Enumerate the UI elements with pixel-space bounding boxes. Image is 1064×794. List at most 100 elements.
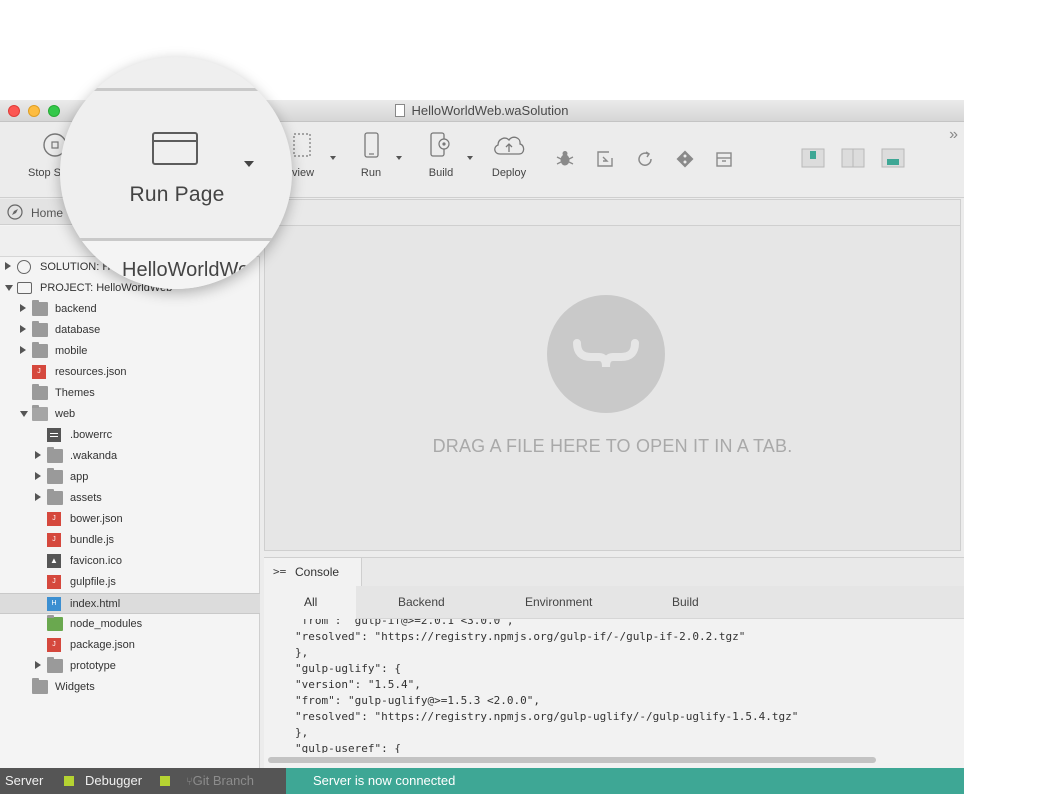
wakanda-logo — [547, 295, 665, 413]
tree-item-label: Themes — [55, 387, 95, 399]
web-folder-icon — [32, 405, 48, 421]
node-modules-folder-icon — [47, 615, 63, 631]
tree-item[interactable]: Jpackage.json — [0, 635, 260, 656]
collapsed-arrow-icon[interactable] — [20, 346, 26, 354]
filter-tab-all[interactable]: All — [264, 586, 356, 619]
cloud-upload-icon — [494, 136, 525, 155]
git-button[interactable] — [675, 149, 697, 171]
reload-button[interactable] — [635, 149, 657, 171]
git-branch-status[interactable]: ⑂Git Branch — [186, 773, 254, 788]
tree-item-label: web — [55, 408, 76, 420]
tree-item[interactable]: Jresources.json — [0, 362, 260, 383]
layout-bottom-icon — [881, 148, 905, 168]
tree-item-label: prototype — [70, 660, 116, 672]
folder-icon — [47, 657, 63, 673]
git-icon — [676, 150, 694, 168]
tree-item[interactable]: prototype — [0, 656, 260, 677]
console-horizontal-scrollbar[interactable] — [268, 757, 876, 763]
log-line: "from": "gulp-if@>=2.0.1 <3.0.0", — [295, 619, 514, 627]
filter-tab-build[interactable]: Build — [672, 595, 699, 609]
js-file-icon: J — [47, 638, 61, 652]
tree-item[interactable]: Jbower.json — [0, 509, 260, 530]
tree-item[interactable]: ▲ favicon.ico — [0, 551, 260, 572]
collapsed-arrow-icon[interactable] — [35, 451, 41, 459]
tree-item-label: node_modules — [70, 618, 143, 630]
collapsed-arrow-icon[interactable] — [20, 325, 26, 333]
compass-icon — [7, 204, 23, 220]
tree-item[interactable]: app — [0, 467, 260, 488]
drop-file-message: DRAG A FILE HERE TO OPEN IT IN A TAB. — [432, 436, 793, 456]
tree-item-label: backend — [55, 303, 97, 315]
magnifier-underlying-text: HelloWorldWe — [122, 259, 250, 281]
file-tree: SOLUTION: HePROJECT: HelloWorldWebbacken… — [0, 257, 260, 698]
run-label: Run — [360, 167, 382, 179]
log-line: "resolved": "https://registry.npmjs.org/… — [295, 710, 799, 723]
run-page-label[interactable]: Run Page — [60, 183, 292, 207]
expanded-arrow-icon[interactable] — [20, 411, 28, 417]
step-into-button[interactable] — [595, 149, 617, 171]
run-page-dropdown-caret[interactable] — [244, 161, 254, 167]
html-file-icon: H — [47, 597, 61, 611]
layout-toggle-bottom[interactable] — [881, 148, 905, 170]
tree-item[interactable]: assets — [0, 488, 260, 509]
tree-item[interactable]: .bowerrc — [0, 425, 260, 446]
tree-item[interactable]: database — [0, 320, 260, 341]
collapsed-arrow-icon[interactable] — [5, 262, 11, 270]
layout-toggle-left[interactable] — [801, 148, 825, 170]
layout-right-icon — [841, 148, 865, 168]
tree-item[interactable]: Widgets — [0, 677, 260, 698]
build-dropdown-caret[interactable] — [467, 156, 473, 160]
magnifier-top-border — [60, 88, 292, 91]
filter-tab-backend[interactable]: Backend — [398, 595, 445, 609]
tree-item[interactable]: node_modules — [0, 614, 260, 635]
folder-icon — [32, 321, 48, 337]
collapsed-arrow-icon[interactable] — [20, 304, 26, 312]
run-button[interactable]: Run — [358, 132, 384, 179]
log-line: "from": "gulp-uglify@>=1.5.3 <2.0.0", — [295, 694, 541, 707]
tree-item-label: app — [70, 471, 89, 483]
server-status[interactable]: Server — [5, 773, 43, 788]
filter-tab-all-label: All — [304, 595, 318, 609]
deploy-button[interactable]: Deploy — [490, 132, 528, 179]
console-tab[interactable]: >= Console — [264, 558, 362, 586]
build-button[interactable]: Build — [427, 132, 455, 179]
tree-item-label: .wakanda — [70, 450, 118, 462]
solution-icon — [17, 260, 31, 274]
mobile-device-icon — [364, 132, 379, 158]
layout-toggle-right[interactable] — [841, 148, 865, 170]
console-panel: >= Console All Backend Environment Build… — [264, 557, 964, 768]
toolbar-overflow-chevron[interactable]: » — [949, 126, 958, 144]
tree-item[interactable]: .wakanda — [0, 446, 260, 467]
tree-item-label: Widgets — [55, 681, 95, 693]
deploy-label: Deploy — [491, 167, 527, 179]
window-title: HelloWorldWeb.waSolution — [411, 103, 569, 118]
debugger-status[interactable]: Debugger — [85, 773, 142, 788]
run-dropdown-caret[interactable] — [396, 156, 402, 160]
package-button[interactable] — [714, 149, 736, 171]
tree-item[interactable]: mobile — [0, 341, 260, 362]
preview-dropdown-caret[interactable] — [330, 156, 336, 160]
tree-item-label: bundle.js — [70, 534, 115, 546]
run-page-window-icon — [152, 132, 198, 165]
console-filter-tabs: All Backend Environment Build — [264, 586, 964, 619]
folder-icon — [32, 384, 48, 400]
filter-tab-environment[interactable]: Environment — [525, 595, 592, 609]
debug-button[interactable] — [555, 149, 577, 171]
server-led-icon — [64, 776, 74, 786]
git-branch-label: Git Branch — [192, 773, 255, 788]
expanded-arrow-icon[interactable] — [5, 285, 13, 291]
box-icon — [716, 152, 732, 167]
tree-item[interactable]: Jgulpfile.js — [0, 572, 260, 593]
collapsed-arrow-icon[interactable] — [35, 661, 41, 669]
tree-item[interactable]: web — [0, 404, 260, 425]
editor-area[interactable]: DRAG A FILE HERE TO OPEN IT IN A TAB. — [264, 199, 961, 551]
tree-item[interactable]: Themes — [0, 383, 260, 404]
tree-item[interactable]: Jbundle.js — [0, 530, 260, 551]
step-into-icon — [597, 151, 613, 167]
reload-icon — [638, 151, 652, 166]
collapsed-arrow-icon[interactable] — [35, 472, 41, 480]
tree-item[interactable]: backend — [0, 299, 260, 320]
tree-item[interactable]: Hindex.html — [0, 593, 260, 614]
collapsed-arrow-icon[interactable] — [35, 493, 41, 501]
console-log[interactable]: "from": "gulp-if@>=2.0.1 <3.0.0", "resolv… — [264, 619, 964, 753]
